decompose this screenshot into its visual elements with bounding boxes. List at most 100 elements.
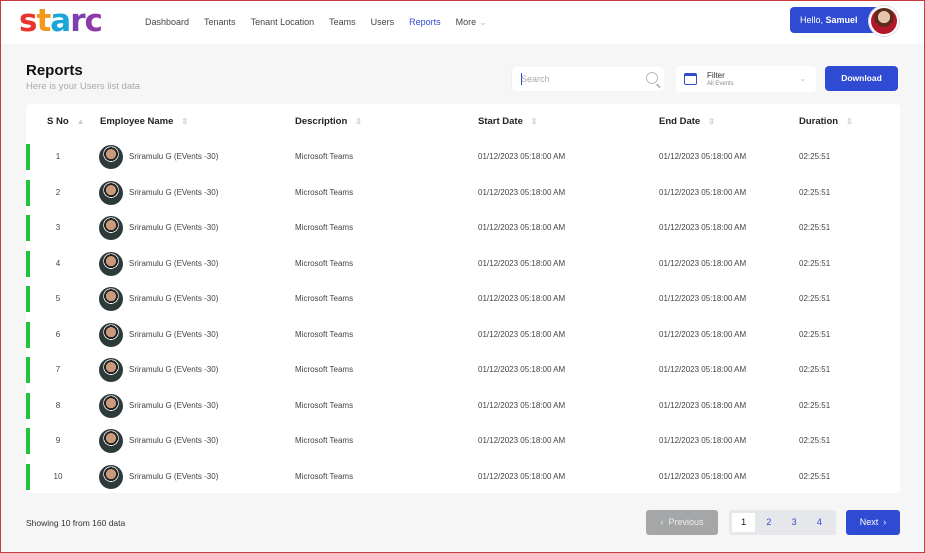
status-indicator: [26, 215, 30, 241]
employee-avatar: [99, 251, 123, 276]
column-label: End Date: [659, 116, 701, 127]
employee-avatar: [99, 464, 123, 489]
employee-avatar: [99, 393, 123, 418]
cell-start: 01/12/2023 05:18:00 AM: [478, 187, 566, 197]
table-row[interactable]: 6 Sriramulu G (EVents -30) Microsoft Teams…: [26, 317, 900, 353]
cell-start: 01/12/2023 05:18:00 AM: [478, 436, 566, 445]
next-button[interactable]: Next ›: [846, 510, 900, 535]
cell-sno: 10: [53, 471, 63, 481]
status-indicator: [26, 321, 30, 348]
cell-desc: Microsoft Teams: [295, 187, 354, 197]
nav-teams[interactable]: Teams: [329, 17, 356, 28]
next-label: Next: [859, 517, 879, 527]
sort-icon[interactable]: ⇳: [181, 117, 188, 126]
cell-end: 01/12/2023 05:18:00 AM: [659, 152, 747, 161]
greeting-text: Hello,: [800, 15, 824, 25]
employee-avatar: [99, 216, 123, 240]
cell-start: 01/12/2023 05:18:00 AM: [478, 471, 566, 481]
previous-button[interactable]: ‹ Previous: [646, 510, 718, 535]
cell-name: Sriramulu G (EVents -30): [129, 152, 219, 161]
page-subtitle: Here is your Users list data: [26, 81, 141, 92]
cell-sno: 7: [55, 365, 61, 374]
column-header-description[interactable]: Description ⇳: [295, 116, 362, 127]
employee-avatar: [99, 322, 123, 347]
nav-more[interactable]: More: [456, 17, 477, 28]
status-indicator: [26, 286, 30, 312]
cell-name: Sriramulu G (EVents -30): [129, 436, 219, 445]
cell-desc: Microsoft Teams: [295, 294, 354, 303]
cell-end: 01/12/2023 05:18:00 AM: [659, 400, 747, 410]
showing-count: Showing 10 from 160 data: [26, 518, 126, 528]
table-row[interactable]: 10 Sriramulu G (EVents -30) Microsoft Team…: [26, 459, 900, 495]
column-header-end-date[interactable]: End Date ⇳: [659, 116, 715, 127]
status-indicator: [26, 144, 30, 170]
status-indicator: [26, 428, 30, 454]
sort-icon[interactable]: ⇳: [531, 117, 538, 126]
page-4-button[interactable]: 4: [808, 513, 831, 532]
previous-label: Previous: [668, 517, 704, 527]
user-greeting-button[interactable]: Hello, Samuel: [790, 7, 880, 33]
cell-sno: 1: [55, 152, 61, 161]
nav-tenants[interactable]: Tenants: [204, 17, 236, 28]
page-1-button[interactable]: 1: [732, 513, 756, 532]
table-row[interactable]: 4 Sriramulu G (EVents -30) Microsoft Teams…: [26, 246, 900, 282]
cell-desc: Microsoft Teams: [295, 223, 354, 232]
nav-tenant-location[interactable]: Tenant Location: [251, 17, 315, 28]
column-header-start-date[interactable]: Start Date ⇳: [478, 116, 538, 127]
employee-avatar: [99, 358, 123, 382]
cell-name: Sriramulu G (EVents -30): [129, 329, 219, 339]
table-row[interactable]: 9 Sriramulu G (EVents -30) Microsoft Teams…: [26, 423, 900, 459]
cell-duration: 02:25:51: [799, 471, 831, 481]
main-nav: Dashboard Tenants Tenant Location Teams User…: [145, 17, 502, 28]
sort-icon[interactable]: ⇳: [846, 117, 853, 126]
chevron-down-icon: ⌄: [479, 17, 487, 27]
sort-icon[interactable]: ▲: [77, 117, 85, 126]
page-2-button[interactable]: 2: [757, 513, 780, 532]
column-label: S No: [47, 116, 69, 127]
table-row[interactable]: 7 Sriramulu G (EVents -30) Microsoft Teams…: [26, 352, 900, 388]
cell-start: 01/12/2023 05:18:00 AM: [478, 258, 566, 268]
sort-icon[interactable]: ⇳: [708, 117, 715, 126]
status-indicator: [26, 392, 30, 419]
cell-duration: 02:25:51: [799, 294, 831, 303]
cell-sno: 8: [55, 400, 61, 410]
table-row[interactable]: 8 Sriramulu G (EVents -30) Microsoft Teams…: [26, 388, 900, 424]
column-label: Duration: [799, 116, 839, 127]
nav-dashboard[interactable]: Dashboard: [145, 17, 189, 28]
table-row[interactable]: 1 Sriramulu G (EVents -30) Microsoft Teams…: [26, 139, 900, 175]
search-input[interactable]: Search: [511, 67, 664, 91]
chevron-left-icon: ‹: [660, 517, 664, 527]
search-icon[interactable]: [646, 72, 658, 84]
cell-sno: 2: [55, 187, 61, 197]
cell-start: 01/12/2023 05:18:00 AM: [478, 329, 566, 339]
cell-end: 01/12/2023 05:18:00 AM: [659, 471, 747, 481]
column-header-s-no[interactable]: S No ▲: [47, 116, 85, 127]
table-row[interactable]: 3 Sriramulu G (EVents -30) Microsoft Teams…: [26, 210, 900, 246]
table-row[interactable]: 2 Sriramulu G (EVents -30) Microsoft Teams…: [26, 175, 900, 211]
user-avatar[interactable]: [869, 6, 899, 36]
chevron-down-icon: ⌄: [799, 74, 806, 83]
download-button[interactable]: Download: [825, 66, 898, 91]
column-header-employee-name[interactable]: Employee Name ⇳: [100, 116, 188, 127]
employee-avatar: [99, 287, 123, 311]
cell-duration: 02:25:51: [799, 365, 831, 374]
status-indicator: [26, 250, 30, 277]
cell-start: 01/12/2023 05:18:00 AM: [478, 294, 566, 303]
cell-start: 01/12/2023 05:18:00 AM: [478, 152, 566, 161]
nav-reports[interactable]: Reports: [409, 17, 441, 28]
column-header-duration[interactable]: Duration ⇳: [799, 116, 853, 127]
page-title: Reports: [26, 62, 83, 79]
table-row[interactable]: 5 Sriramulu G (EVents -30) Microsoft Teams…: [26, 281, 900, 317]
nav-users[interactable]: Users: [371, 17, 395, 28]
employee-avatar: [99, 145, 123, 169]
filter-dropdown[interactable]: Filter All Events ⌄: [676, 66, 816, 92]
cell-name: Sriramulu G (EVents -30): [129, 223, 219, 232]
cell-name: Sriramulu G (EVents -30): [129, 187, 219, 197]
reports-table: S No ▲ Employee Name ⇳ Description ⇳ Start Dat…: [26, 104, 900, 493]
status-indicator: [26, 179, 30, 206]
cell-name: Sriramulu G (EVents -30): [129, 471, 219, 481]
page-3-button[interactable]: 3: [783, 513, 806, 532]
sort-icon[interactable]: ⇳: [355, 117, 362, 126]
cell-sno: 5: [55, 294, 61, 303]
starc-logo[interactable]: starc: [19, 3, 103, 39]
